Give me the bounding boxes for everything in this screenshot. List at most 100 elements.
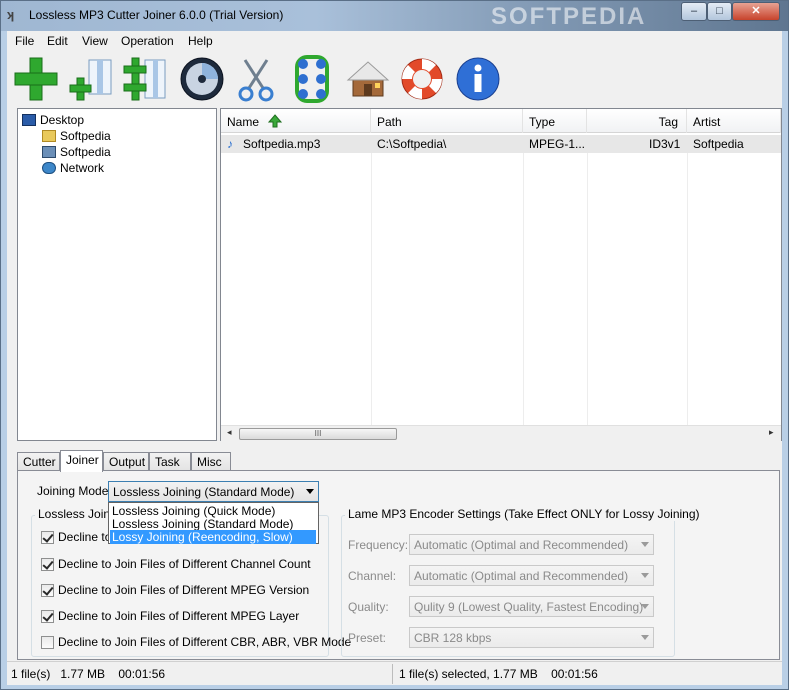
app-icon: ʞ bbox=[7, 7, 15, 22]
checkbox-box[interactable] bbox=[41, 609, 54, 623]
cut-button[interactable] bbox=[231, 54, 281, 104]
cell-artist: Softpedia bbox=[693, 137, 744, 151]
chevron-down-icon bbox=[641, 573, 649, 578]
tree-item-desktop[interactable]: Desktop bbox=[22, 112, 84, 128]
cell-name: Softpedia.mp3 bbox=[243, 137, 321, 151]
preset-label: Preset: bbox=[348, 631, 387, 645]
info-icon bbox=[456, 57, 500, 101]
status-selection: 1 file(s) selected, 1.77 MB 00:01:56 bbox=[399, 667, 598, 681]
menu-edit[interactable]: Edit bbox=[47, 34, 68, 48]
add-folder-button[interactable] bbox=[121, 54, 171, 104]
quality-label: Quality: bbox=[348, 600, 389, 614]
table-row[interactable]: ♪ Softpedia.mp3 C:\Softpedia\ MPEG-1... … bbox=[221, 135, 781, 153]
column-divider bbox=[371, 153, 372, 425]
option-quick-mode[interactable]: Lossless Joining (Quick Mode) bbox=[110, 504, 316, 518]
tree-item-softpedia-computer[interactable]: Softpedia bbox=[42, 144, 111, 160]
column-artist[interactable]: Artist bbox=[687, 109, 781, 133]
channel-select[interactable]: Automatic (Optimal and Recommended) bbox=[409, 565, 654, 586]
tab-task[interactable]: Task bbox=[149, 452, 191, 471]
file-list[interactable]: Name Path Type Tag Artist ♪ Softpedia.mp… bbox=[220, 108, 782, 441]
checkbox-mpeg-layer[interactable]: Decline to Join Files of Different MPEG … bbox=[41, 609, 299, 623]
tab-joiner[interactable]: Joiner bbox=[60, 450, 103, 472]
cd-button[interactable] bbox=[177, 54, 227, 104]
about-button[interactable] bbox=[453, 54, 503, 104]
tab-misc[interactable]: Misc bbox=[191, 452, 231, 471]
sort-up-icon bbox=[268, 114, 282, 128]
cell-tag: ID3v1 bbox=[649, 137, 681, 151]
file-list-header: Name Path Type Tag Artist bbox=[221, 109, 781, 133]
maximize-button[interactable]: □ bbox=[707, 2, 732, 21]
checkbox-box[interactable] bbox=[41, 557, 54, 571]
checkbox-channel-count[interactable]: Decline to Join Files of Different Chann… bbox=[41, 557, 311, 571]
quality-select[interactable]: Qulity 9 (Lowest Quality, Fastest Encodi… bbox=[409, 596, 654, 617]
computer-icon bbox=[42, 146, 56, 158]
channel-label: Channel: bbox=[348, 569, 397, 583]
horizontal-scrollbar[interactable]: ◂ III ▸ bbox=[221, 425, 781, 441]
scroll-thumb[interactable]: III bbox=[239, 428, 397, 440]
frequency-label: Frequency: bbox=[348, 538, 409, 552]
lifebuoy-icon bbox=[401, 58, 443, 100]
tab-output[interactable]: Output bbox=[103, 452, 149, 471]
join-button[interactable] bbox=[287, 54, 337, 104]
audio-file-icon: ♪ bbox=[227, 137, 233, 151]
cell-type: MPEG-1... bbox=[529, 137, 586, 151]
watermark: SOFTPEDIA bbox=[491, 3, 647, 30]
cell-path: C:\Softpedia\ bbox=[377, 137, 447, 151]
add-folder-icon bbox=[123, 57, 166, 101]
column-tag[interactable]: Tag bbox=[587, 109, 687, 133]
joining-mode-dropdown[interactable]: Lossless Joining (Quick Mode) Lossless J… bbox=[108, 502, 319, 544]
status-summary: 1 file(s) 1.77 MB 00:01:56 bbox=[11, 667, 166, 681]
add-files-icon bbox=[69, 59, 112, 101]
scissors-icon bbox=[238, 59, 274, 102]
checkbox-box[interactable] bbox=[41, 635, 54, 649]
column-divider bbox=[587, 153, 588, 425]
chevron-down-icon bbox=[641, 542, 649, 547]
chevron-down-icon bbox=[641, 635, 649, 640]
joining-mode-label: Joining Mode: bbox=[37, 484, 112, 498]
toolbar bbox=[7, 51, 782, 107]
frequency-select[interactable]: Automatic (Optimal and Recommended) bbox=[409, 534, 654, 555]
folder-icon bbox=[42, 130, 56, 142]
add-files-button[interactable] bbox=[67, 54, 117, 104]
desktop-icon bbox=[22, 114, 36, 126]
chevron-down-icon bbox=[306, 489, 314, 494]
column-name[interactable]: Name bbox=[221, 109, 371, 133]
tree-item-network[interactable]: Network bbox=[42, 160, 104, 176]
add-button[interactable] bbox=[11, 54, 61, 104]
checkbox-mpeg-version[interactable]: Decline to Join Files of Different MPEG … bbox=[41, 583, 309, 597]
minimize-button[interactable]: – bbox=[681, 2, 707, 21]
tab-cutter[interactable]: Cutter bbox=[17, 452, 60, 471]
checkbox-cbr-abr-vbr[interactable]: Decline to Join Files of Different CBR, … bbox=[41, 635, 351, 649]
joining-mode-select[interactable]: Lossless Joining (Standard Mode) bbox=[108, 481, 319, 502]
scroll-right-arrow[interactable]: ▸ bbox=[769, 427, 774, 438]
column-divider bbox=[523, 153, 524, 425]
status-divider bbox=[392, 664, 393, 684]
checkbox-box[interactable] bbox=[41, 583, 54, 597]
option-lossy-joining[interactable]: Lossy Joining (Reencoding, Slow) bbox=[110, 530, 316, 544]
title-bar[interactable]: ʞ Lossless MP3 Cutter Joiner 6.0.0 (Tria… bbox=[1, 1, 788, 31]
menu-operation[interactable]: Operation bbox=[121, 34, 174, 48]
option-standard-mode[interactable]: Lossless Joining (Standard Mode) bbox=[110, 517, 316, 531]
menu-help[interactable]: Help bbox=[188, 34, 213, 48]
home-icon bbox=[346, 61, 390, 97]
cd-icon bbox=[180, 57, 224, 101]
checkbox-box[interactable] bbox=[41, 530, 54, 544]
window-title: Lossless MP3 Cutter Joiner 6.0.0 (Trial … bbox=[29, 8, 284, 22]
folder-tree[interactable]: Desktop Softpedia Softpedia Network bbox=[17, 108, 217, 441]
network-icon bbox=[42, 162, 56, 174]
help-button[interactable] bbox=[397, 54, 447, 104]
app-window: ʞ Lossless MP3 Cutter Joiner 6.0.0 (Tria… bbox=[0, 0, 789, 690]
menu-file[interactable]: File bbox=[15, 34, 34, 48]
close-button[interactable]: ✕ bbox=[732, 2, 780, 21]
lame-encoder-title: Lame MP3 Encoder Settings (Take Effect O… bbox=[345, 507, 703, 521]
chevron-down-icon bbox=[641, 604, 649, 609]
scroll-left-arrow[interactable]: ◂ bbox=[227, 427, 232, 438]
join-icon bbox=[295, 55, 329, 103]
preset-select[interactable]: CBR 128 kbps bbox=[409, 627, 654, 648]
column-path[interactable]: Path bbox=[371, 109, 523, 133]
menu-view[interactable]: View bbox=[82, 34, 108, 48]
add-icon bbox=[14, 57, 58, 101]
column-type[interactable]: Type bbox=[523, 109, 587, 133]
home-button[interactable] bbox=[343, 54, 393, 104]
tree-item-softpedia-folder[interactable]: Softpedia bbox=[42, 128, 111, 144]
